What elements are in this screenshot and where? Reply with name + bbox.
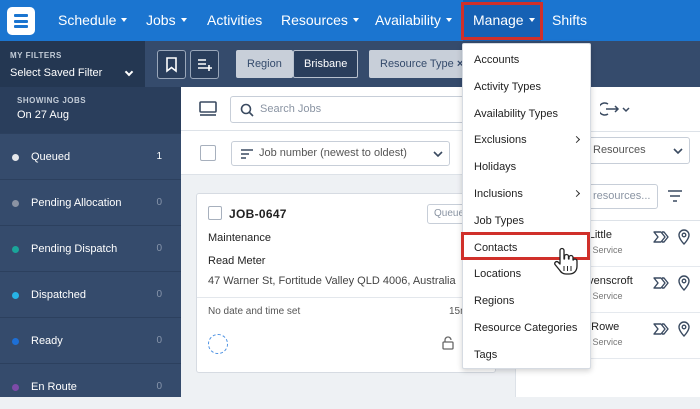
status-name: En Route [31, 381, 77, 393]
region-chip-value[interactable]: Brisbane [293, 50, 359, 78]
status-item[interactable]: Pending Allocation 0 [0, 179, 181, 225]
chevron-down-icon [121, 18, 128, 23]
app-logo-icon[interactable] [7, 7, 35, 35]
bookmark-button[interactable] [157, 50, 186, 79]
status-count: 1 [156, 151, 162, 162]
location-pin-icon[interactable] [677, 321, 691, 337]
sort-label: Job number (newest to oldest) [259, 147, 407, 159]
sort-icon[interactable] [667, 189, 683, 203]
status-dot-icon [12, 200, 19, 207]
menu-item-job-types[interactable]: Job Types [463, 208, 592, 234]
status-item[interactable]: Dispatched 0 [0, 271, 181, 317]
status-count: 0 [156, 335, 162, 346]
job-date: No date and time set [208, 306, 301, 317]
job-title: Read Meter [208, 255, 266, 267]
resource-type-chip[interactable]: Resource Type × [369, 50, 475, 78]
status-name: Pending Allocation [31, 197, 122, 209]
status-name: Ready [31, 335, 63, 347]
chevron-right-icon [572, 136, 581, 144]
status-item[interactable]: Ready 0 [0, 317, 181, 363]
menu-item-tags[interactable]: Tags [463, 342, 592, 368]
manage-dropdown-menu: Accounts Activity Types Availability Types… [462, 43, 591, 369]
manage-highlight-box [461, 2, 543, 40]
filter-bar: Region Brisbane Resource Type × [145, 41, 700, 87]
status-count: 0 [156, 381, 162, 392]
status-count: 0 [156, 289, 162, 300]
menu-item-resource-categories[interactable]: Resource Categories [463, 315, 592, 341]
location-pin-icon[interactable] [677, 229, 691, 245]
chevron-down-icon [180, 18, 187, 23]
menu-item-inclusions[interactable]: Inclusions [463, 181, 592, 207]
job-checkbox[interactable] [208, 206, 222, 220]
menu-item-regions[interactable]: Regions [463, 288, 592, 314]
status-count: 0 [156, 197, 162, 208]
status-dot-icon [12, 292, 19, 299]
status-dot-icon [12, 384, 19, 391]
job-number: JOB-0647 [229, 207, 287, 221]
top-nav-bar: Schedule Jobs Activities Resources Avail… [0, 0, 700, 41]
select-all-checkbox[interactable] [200, 145, 216, 161]
menu-item-exclusions[interactable]: Exclusions [463, 127, 592, 153]
bookmark-icon [166, 57, 177, 73]
export-icon[interactable] [600, 100, 632, 118]
filters-value: Select Saved Filter [10, 67, 103, 79]
nav-shifts[interactable]: Shifts [552, 0, 587, 41]
layout-toggle-icon[interactable] [198, 100, 218, 118]
nav-activities[interactable]: Activities [207, 0, 262, 41]
nav-schedule[interactable]: Schedule [58, 0, 128, 41]
saved-filter-select[interactable]: MY FILTERS Select Saved Filter [0, 41, 145, 87]
status-name: Queued [31, 151, 71, 163]
lock-icon[interactable] [442, 336, 454, 350]
dispatch-icon[interactable] [653, 231, 671, 243]
status-item[interactable]: Queued 1 [0, 133, 181, 179]
status-item[interactable]: En Route 0 [0, 363, 181, 409]
region-chip-label[interactable]: Region [236, 50, 293, 78]
status-dot-icon [12, 154, 19, 161]
nav-jobs[interactable]: Jobs [146, 0, 187, 41]
menu-item-accounts[interactable]: Accounts [463, 47, 592, 73]
status-sidebar: MY FILTERS Select Saved Filter SHOWING J… [0, 41, 181, 397]
chevron-down-icon [433, 151, 443, 158]
search-icon [240, 103, 254, 117]
search-placeholder: Search Jobs [260, 103, 322, 115]
showing-jobs-header: SHOWING JOBS On 27 Aug [0, 87, 181, 133]
unassigned-resource-icon[interactable] [208, 334, 228, 354]
menu-item-availability-types[interactable]: Availability Types [463, 101, 592, 127]
showing-label: SHOWING JOBS [17, 96, 87, 105]
status-dot-icon [12, 246, 19, 253]
job-type: Maintenance [208, 232, 271, 244]
status-name: Pending Dispatch [31, 243, 118, 255]
job-card[interactable]: JOB-0647 Queue Maintenance Read Meter 47… [196, 193, 496, 373]
resource-type-select[interactable]: Resources [586, 137, 690, 164]
sort-icon [241, 149, 253, 159]
nav-resources[interactable]: Resources [281, 0, 359, 41]
chevron-down-icon [673, 148, 683, 155]
location-pin-icon[interactable] [677, 275, 691, 291]
filters-label: MY FILTERS [10, 51, 62, 60]
status-dot-icon [12, 338, 19, 345]
sort-select[interactable]: Job number (newest to oldest) [231, 141, 450, 166]
status-item[interactable]: Pending Dispatch 0 [0, 225, 181, 271]
showing-date: On 27 Aug [17, 109, 69, 121]
status-count: 0 [156, 243, 162, 254]
add-filter-icon [198, 59, 212, 71]
chevron-down-icon [124, 67, 134, 77]
dispatch-icon[interactable] [653, 323, 671, 335]
dispatch-icon[interactable] [653, 277, 671, 289]
status-name: Dispatched [31, 289, 87, 301]
resource-search-input[interactable]: resources... [586, 184, 658, 209]
hand-cursor-icon [554, 247, 578, 275]
menu-item-activity-types[interactable]: Activity Types [463, 74, 592, 100]
nav-availability[interactable]: Availability [375, 0, 452, 41]
job-address: 47 Warner St, Fortitude Valley QLD 4006,… [208, 275, 456, 287]
menu-item-holidays[interactable]: Holidays [463, 154, 592, 180]
chevron-down-icon [352, 18, 359, 23]
chevron-right-icon [572, 189, 581, 198]
chevron-down-icon [445, 18, 452, 23]
add-filter-button[interactable] [190, 50, 219, 79]
